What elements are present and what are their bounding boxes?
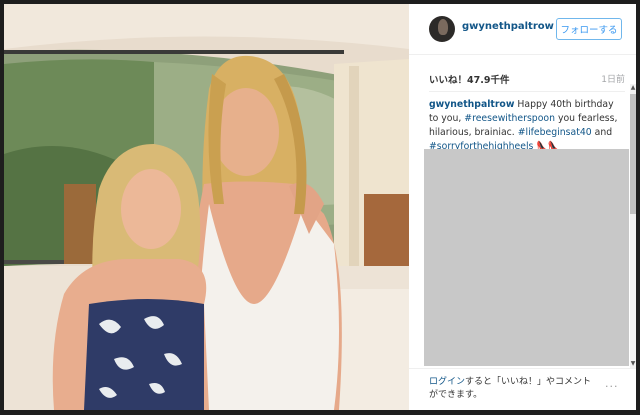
scrollbar[interactable]: ▲ ▼ [630, 84, 636, 368]
photo-image [4, 4, 409, 410]
caption-username[interactable]: gwynethpaltrow [429, 99, 514, 110]
comments-placeholder [424, 149, 629, 366]
post-modal: gwynethpaltrow フォローする いいね！47.9千件 1日前 gwy… [4, 4, 636, 410]
hashtag-reesewitherspoon[interactable]: #reesewitherspoon [464, 113, 555, 124]
header-username[interactable]: gwynethpaltrow [462, 21, 554, 32]
post-side-panel: gwynethpaltrow フォローする いいね！47.9千件 1日前 gwy… [409, 4, 636, 410]
login-prompt: ログインすると「いいね！」やコメントができます。 [429, 376, 599, 402]
scroll-thumb[interactable] [630, 94, 636, 214]
avatar[interactable] [429, 16, 455, 42]
scroll-up-arrow-icon[interactable]: ▲ [630, 84, 636, 92]
follow-button[interactable]: フォローする [556, 18, 622, 40]
hashtag-lifebeginsat40[interactable]: #lifebeginsat40 [518, 127, 592, 138]
caption-text-3: and [591, 127, 613, 138]
login-link[interactable]: ログイン [429, 377, 465, 387]
likes-count[interactable]: いいね！47.9千件 [429, 72, 509, 86]
divider [429, 91, 625, 92]
post-caption: gwynethpaltrow Happy 40th birthday to yo… [429, 98, 625, 154]
post-footer: ログインすると「いいね！」やコメントができます。 ··· [409, 368, 636, 410]
post-photo[interactable] [4, 4, 409, 410]
scroll-down-arrow-icon[interactable]: ▼ [630, 360, 636, 368]
post-time[interactable]: 1日前 [601, 72, 625, 85]
more-options-icon[interactable]: ··· [605, 380, 619, 393]
post-header: gwynethpaltrow フォローする [409, 4, 636, 55]
